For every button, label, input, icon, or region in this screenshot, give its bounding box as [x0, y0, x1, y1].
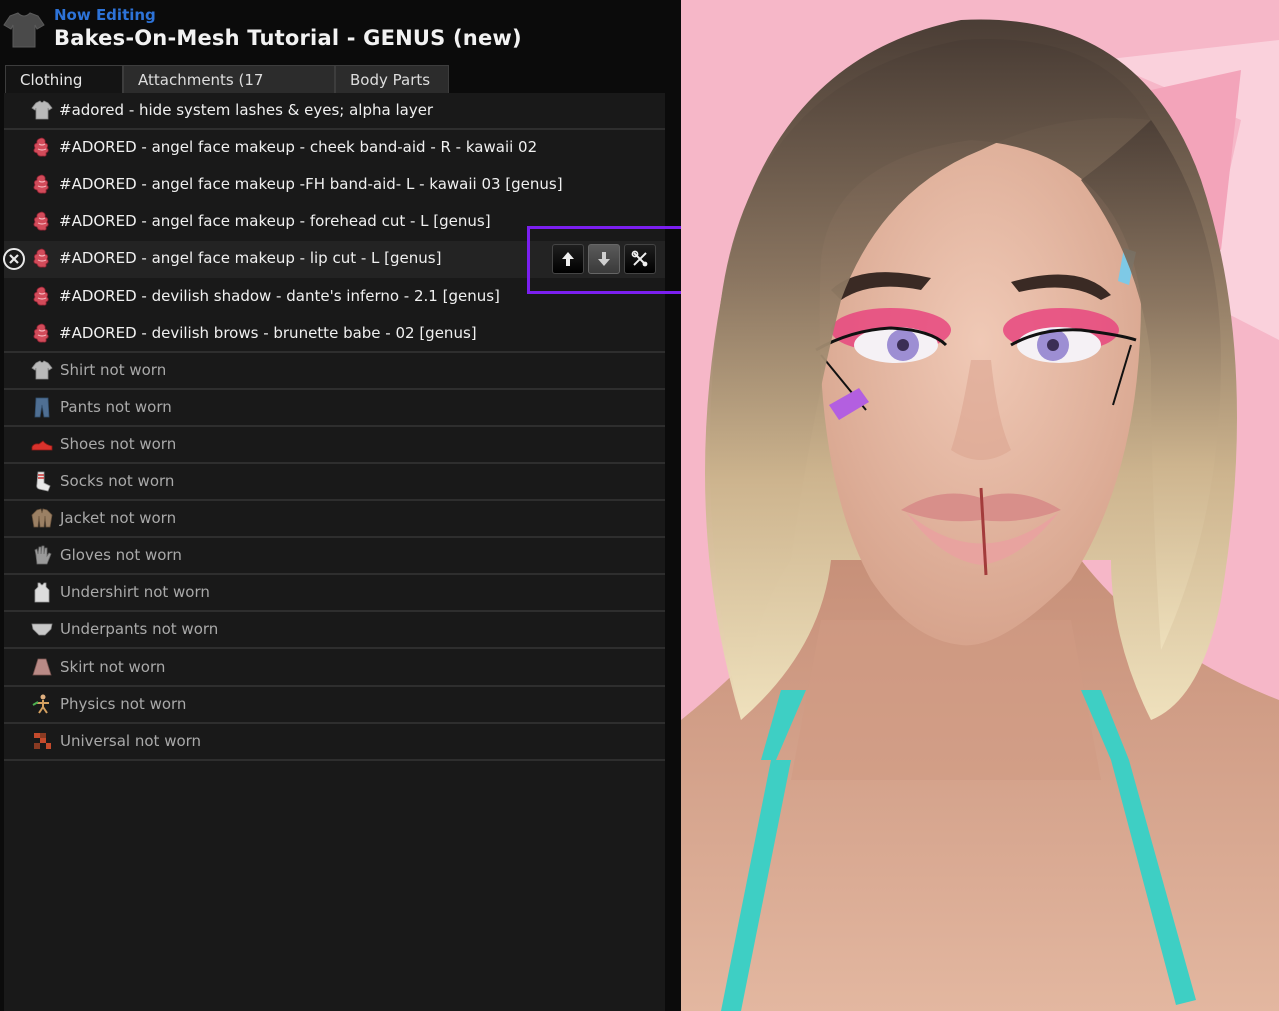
- row-label: Jacket not worn: [60, 509, 177, 528]
- not-worn-row[interactable]: Universal not worn: [4, 724, 665, 761]
- row-label: Pants not worn: [60, 397, 172, 416]
- shirt-icon: [3, 12, 45, 48]
- tattoo-icon: [33, 174, 49, 194]
- row-label: Gloves not worn: [60, 546, 182, 565]
- tab-attachments[interactable]: Attachments (17 remain): [123, 65, 335, 117]
- row-label: Socks not worn: [60, 472, 175, 490]
- row-label: #ADORED - angel face makeup - cheek band…: [59, 138, 538, 157]
- not-worn-row[interactable]: Underpants not worn: [4, 612, 665, 650]
- jacket-icon: [31, 508, 53, 528]
- worn-item-row[interactable]: #ADORED - angel face makeup -FH band-aid…: [4, 167, 665, 204]
- row-label: #ADORED - devilish shadow - dante's infe…: [59, 286, 500, 305]
- highlight-box: [527, 226, 685, 294]
- not-worn-row[interactable]: Gloves not worn: [4, 538, 665, 576]
- row-label: Underpants not worn: [60, 620, 219, 639]
- not-worn-row[interactable]: Pants not worn: [4, 390, 665, 427]
- universal-icon: [34, 732, 51, 749]
- pants-icon: [34, 397, 50, 418]
- not-worn-row[interactable]: Socks not worn: [4, 464, 665, 501]
- tattoo-icon: [33, 211, 49, 231]
- tattoo-icon: [33, 286, 49, 306]
- not-worn-row[interactable]: Skirt not worn: [4, 650, 665, 687]
- worn-item-row[interactable]: #ADORED - devilish brows - brunette babe…: [4, 316, 665, 353]
- row-label: Physics not worn: [60, 694, 187, 713]
- now-editing-label: Now Editing: [54, 6, 156, 24]
- underpants-icon: [31, 623, 53, 636]
- row-label: #ADORED - angel face makeup - forehead c…: [59, 212, 491, 231]
- not-worn-row[interactable]: Physics not worn: [4, 687, 665, 724]
- tab-body-parts[interactable]: Body Parts: [335, 65, 449, 94]
- gloves-icon: [34, 545, 52, 565]
- row-label: Shoes not worn: [60, 434, 177, 453]
- tab-clothing[interactable]: Clothing: [5, 65, 123, 96]
- tattoo-icon: [33, 248, 49, 268]
- undershirt-icon: [34, 582, 50, 603]
- row-label: Skirt not worn: [60, 657, 166, 676]
- not-worn-row[interactable]: Undershirt not worn: [4, 575, 665, 613]
- avatar-face-image: [681, 0, 1279, 1011]
- tab-bar: Clothing Attachments (17 remain) Body Pa…: [5, 65, 449, 117]
- remove-item-icon[interactable]: [2, 247, 26, 271]
- physics-icon: [32, 694, 49, 714]
- row-label: #ADORED - devilish brows - brunette babe…: [59, 323, 477, 342]
- row-divider: [4, 758, 665, 761]
- shirt-icon: [31, 100, 53, 120]
- worn-item-row[interactable]: #adored - hide system lashes & eyes; alp…: [4, 93, 665, 130]
- row-label: Undershirt not worn: [60, 583, 210, 602]
- row-label: #ADORED - angel face makeup -FH band-aid…: [59, 175, 563, 194]
- row-label: #adored - hide system lashes & eyes; alp…: [59, 101, 434, 119]
- shoes-icon: [31, 440, 53, 451]
- row-label: #ADORED - angel face makeup - lip cut - …: [59, 249, 442, 268]
- not-worn-row[interactable]: Jacket not worn: [4, 501, 665, 539]
- tattoo-icon: [33, 137, 49, 157]
- socks-icon: [36, 471, 51, 492]
- not-worn-row[interactable]: Shirt not worn: [4, 353, 665, 390]
- worn-item-row[interactable]: #ADORED - angel face makeup - cheek band…: [4, 130, 665, 167]
- skirt-icon: [32, 658, 52, 675]
- outfit-editor-panel: Now Editing Bakes-On-Mesh Tutorial - GEN…: [0, 0, 685, 1011]
- shirt-icon: [31, 360, 53, 380]
- row-label: Universal not worn: [60, 731, 202, 750]
- not-worn-row[interactable]: Shoes not worn: [4, 427, 665, 464]
- avatar-viewport[interactable]: [681, 0, 1279, 1011]
- row-label: Shirt not worn: [60, 360, 167, 379]
- outfit-title: Bakes-On-Mesh Tutorial - GENUS (new): [54, 26, 522, 50]
- tattoo-icon: [33, 323, 49, 343]
